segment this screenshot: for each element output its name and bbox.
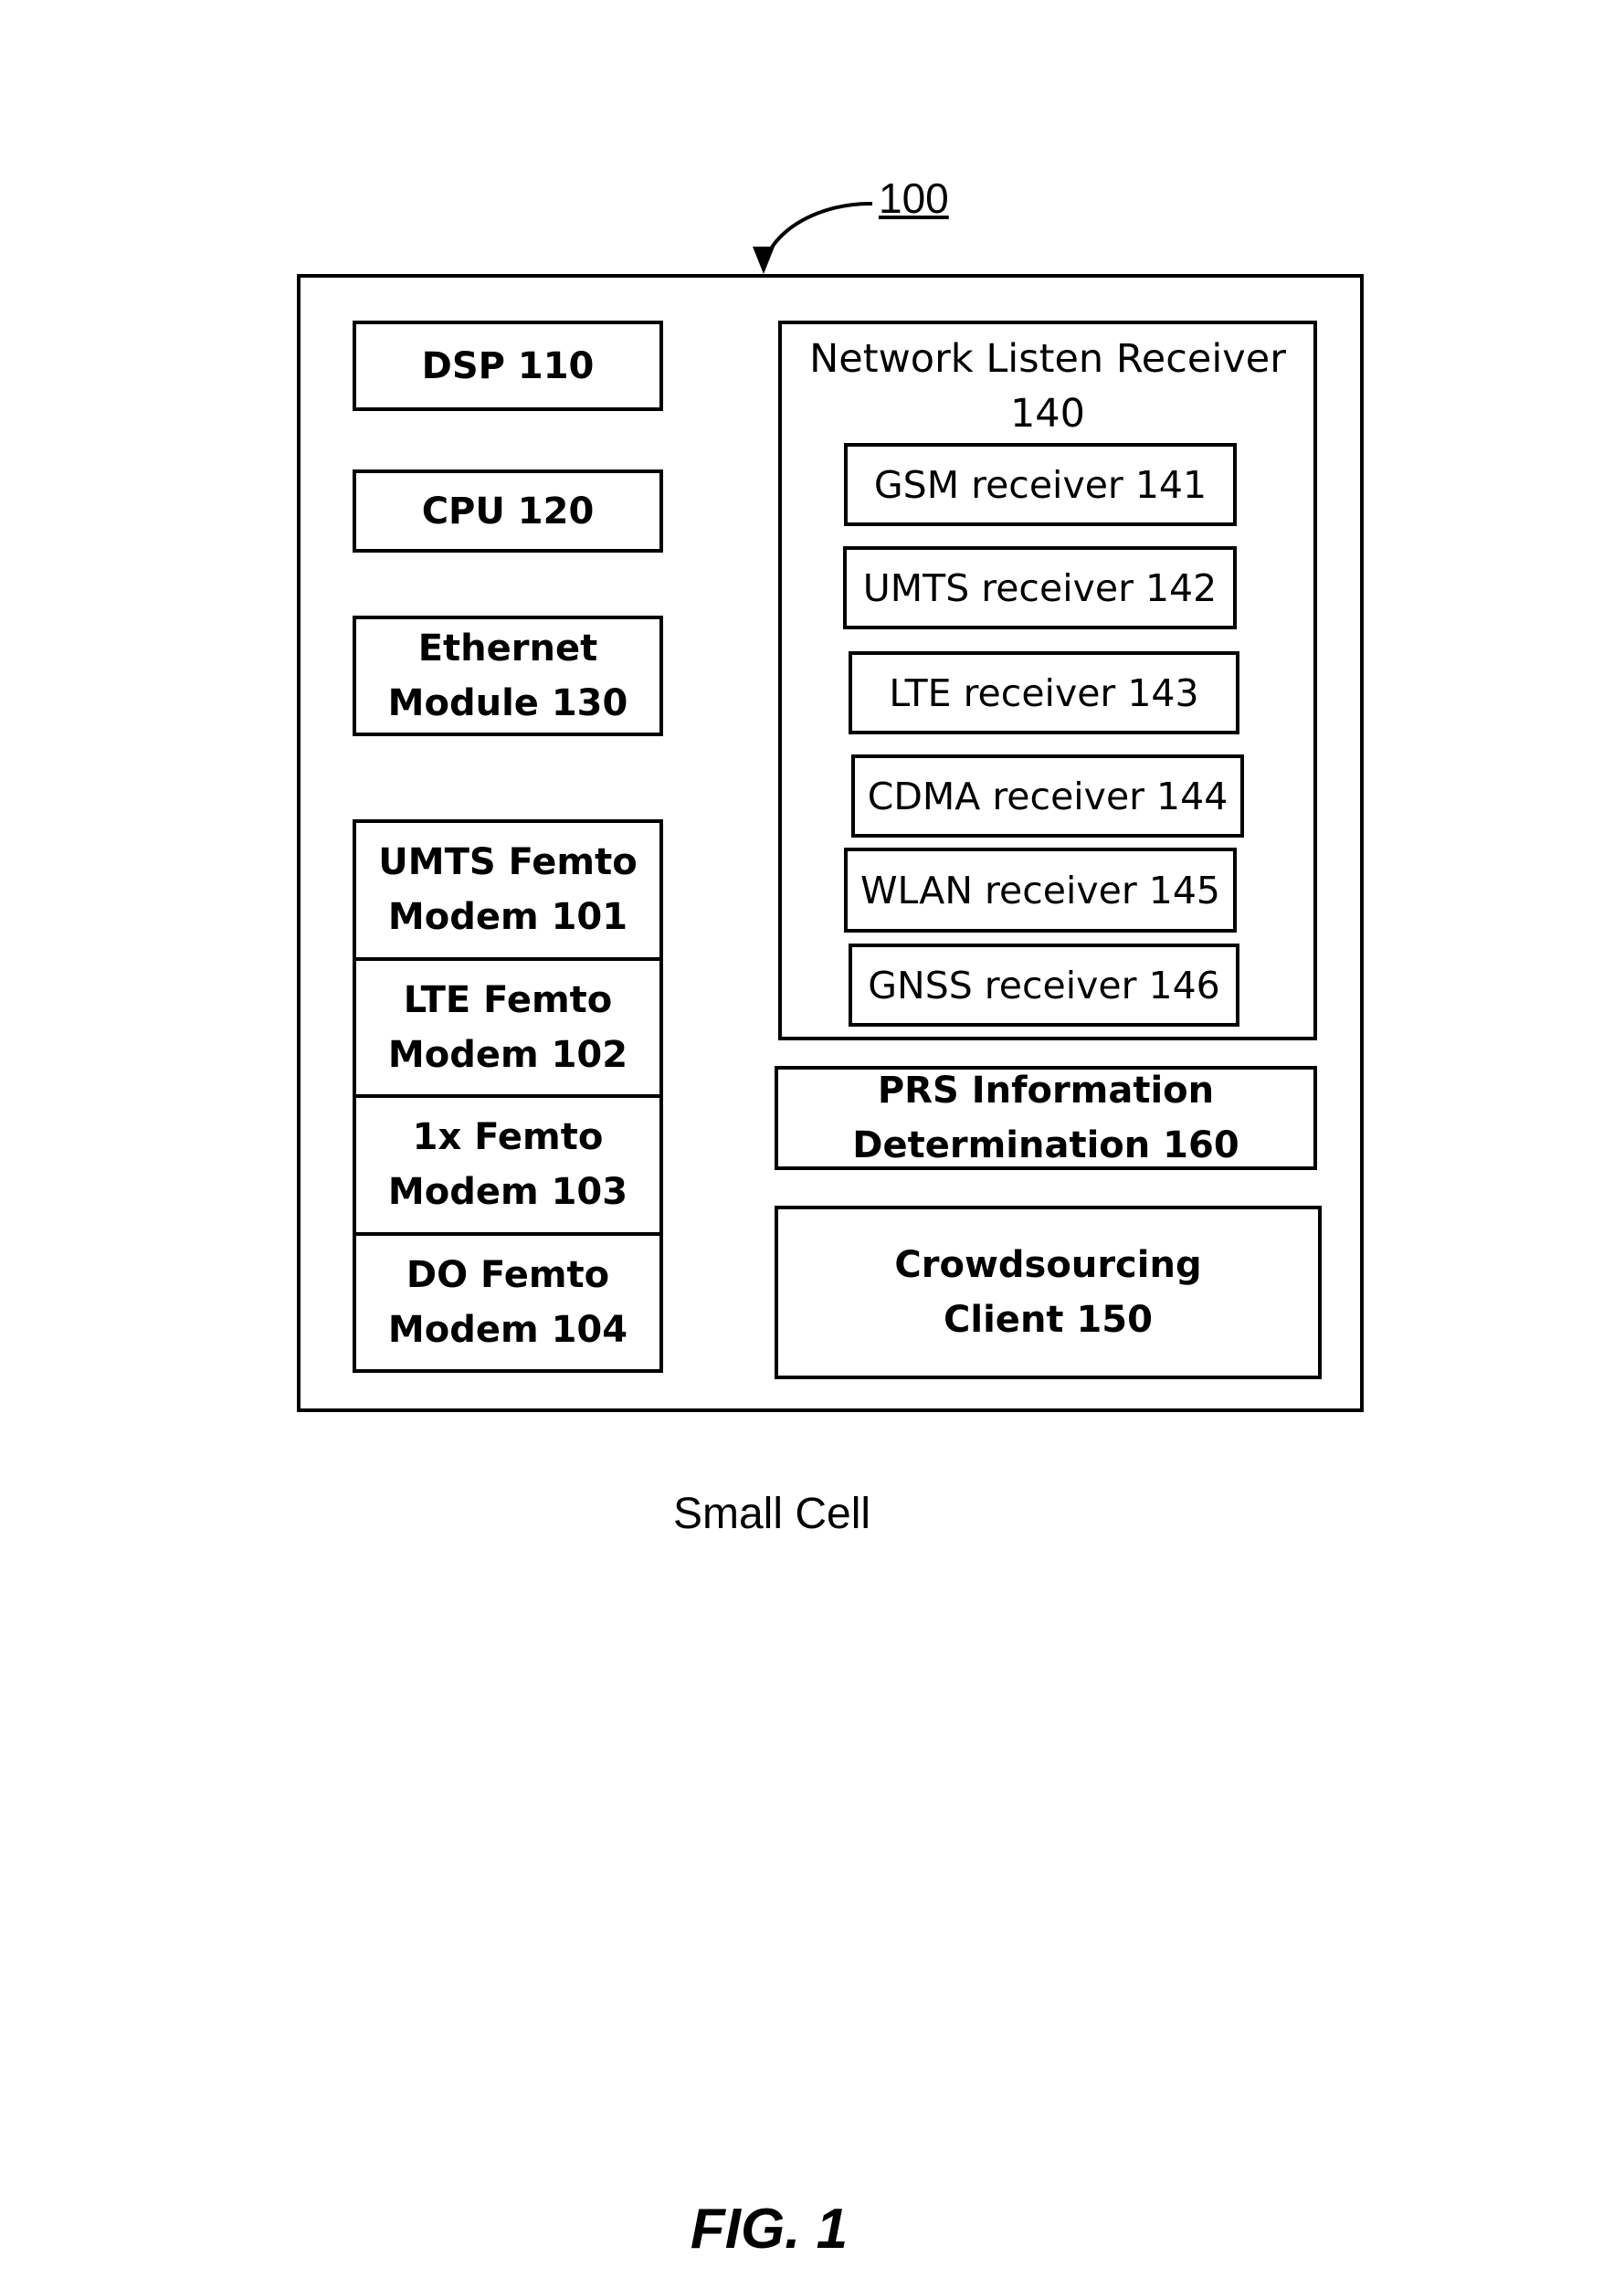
receiver-label: GSM receiver 141 <box>873 462 1207 507</box>
crowdsourcing-client-block: Crowdsourcing Client 150 <box>775 1206 1322 1379</box>
gnss-receiver: GNSS receiver 146 <box>849 944 1239 1027</box>
receiver-label: WLAN receiver 145 <box>859 868 1221 912</box>
dsp-block: DSP 110 <box>353 321 663 411</box>
crowdsourcing-label-line2: Client 150 <box>944 1299 1153 1341</box>
umts-femto-modem: UMTS Femto Modem 101 <box>356 823 659 957</box>
gsm-receiver: GSM receiver 141 <box>844 443 1237 526</box>
figure-label: FIG. 1 <box>690 2198 849 2261</box>
cpu-label: CPU 120 <box>421 490 595 533</box>
diagram-caption: Small Cell <box>672 1490 871 1538</box>
crowdsourcing-label-line1: Crowdsourcing <box>894 1244 1202 1286</box>
dsp-label: DSP 110 <box>421 344 595 387</box>
receiver-label: LTE receiver 143 <box>889 670 1199 715</box>
nlr-title-line2: 140 <box>1009 391 1086 437</box>
modem-label-line1: LTE Femto <box>403 978 613 1021</box>
lte-receiver: LTE receiver 143 <box>849 651 1239 734</box>
cdma-receiver: CDMA receiver 144 <box>851 754 1244 838</box>
ethernet-label-line1: Ethernet <box>417 628 598 670</box>
nlr-title: Network Listen Receiver 140 <box>782 332 1313 441</box>
prs-label-line1: PRS Information <box>877 1070 1215 1112</box>
lte-femto-modem: LTE Femto Modem 102 <box>356 956 659 1095</box>
modem-label-line2: Modem 104 <box>387 1308 628 1351</box>
receiver-label: UMTS receiver 142 <box>862 565 1218 610</box>
prs-information-determination-block: PRS Information Determination 160 <box>775 1066 1317 1170</box>
nlr-title-line1: Network Listen Receiver <box>809 336 1286 382</box>
cpu-block: CPU 120 <box>353 469 663 553</box>
modem-label-line2: Modem 102 <box>387 1033 628 1076</box>
modem-label-line1: 1x Femto <box>412 1116 604 1159</box>
femto-modem-stack: UMTS Femto Modem 101 LTE Femto Modem 102… <box>353 819 663 1373</box>
modem-label-line1: DO Femto <box>406 1253 610 1296</box>
ethernet-module-block: Ethernet Module 130 <box>353 616 663 736</box>
prs-label-line2: Determination 160 <box>852 1124 1239 1166</box>
modem-label-line2: Modem 101 <box>387 896 628 939</box>
receiver-label: CDMA receiver 144 <box>867 774 1229 818</box>
receiver-label: GNSS receiver 146 <box>868 963 1220 1007</box>
do-femto-modem: DO Femto Modem 104 <box>356 1231 659 1370</box>
ethernet-label-line2: Module 130 <box>387 682 628 724</box>
1x-femto-modem: 1x Femto Modem 103 <box>356 1094 659 1232</box>
modem-label-line1: UMTS Femto <box>378 841 638 884</box>
reference-numeral: 100 <box>879 174 949 222</box>
modem-label-line2: Modem 103 <box>387 1171 628 1214</box>
wlan-receiver: WLAN receiver 145 <box>844 848 1237 933</box>
umts-receiver: UMTS receiver 142 <box>843 546 1237 629</box>
